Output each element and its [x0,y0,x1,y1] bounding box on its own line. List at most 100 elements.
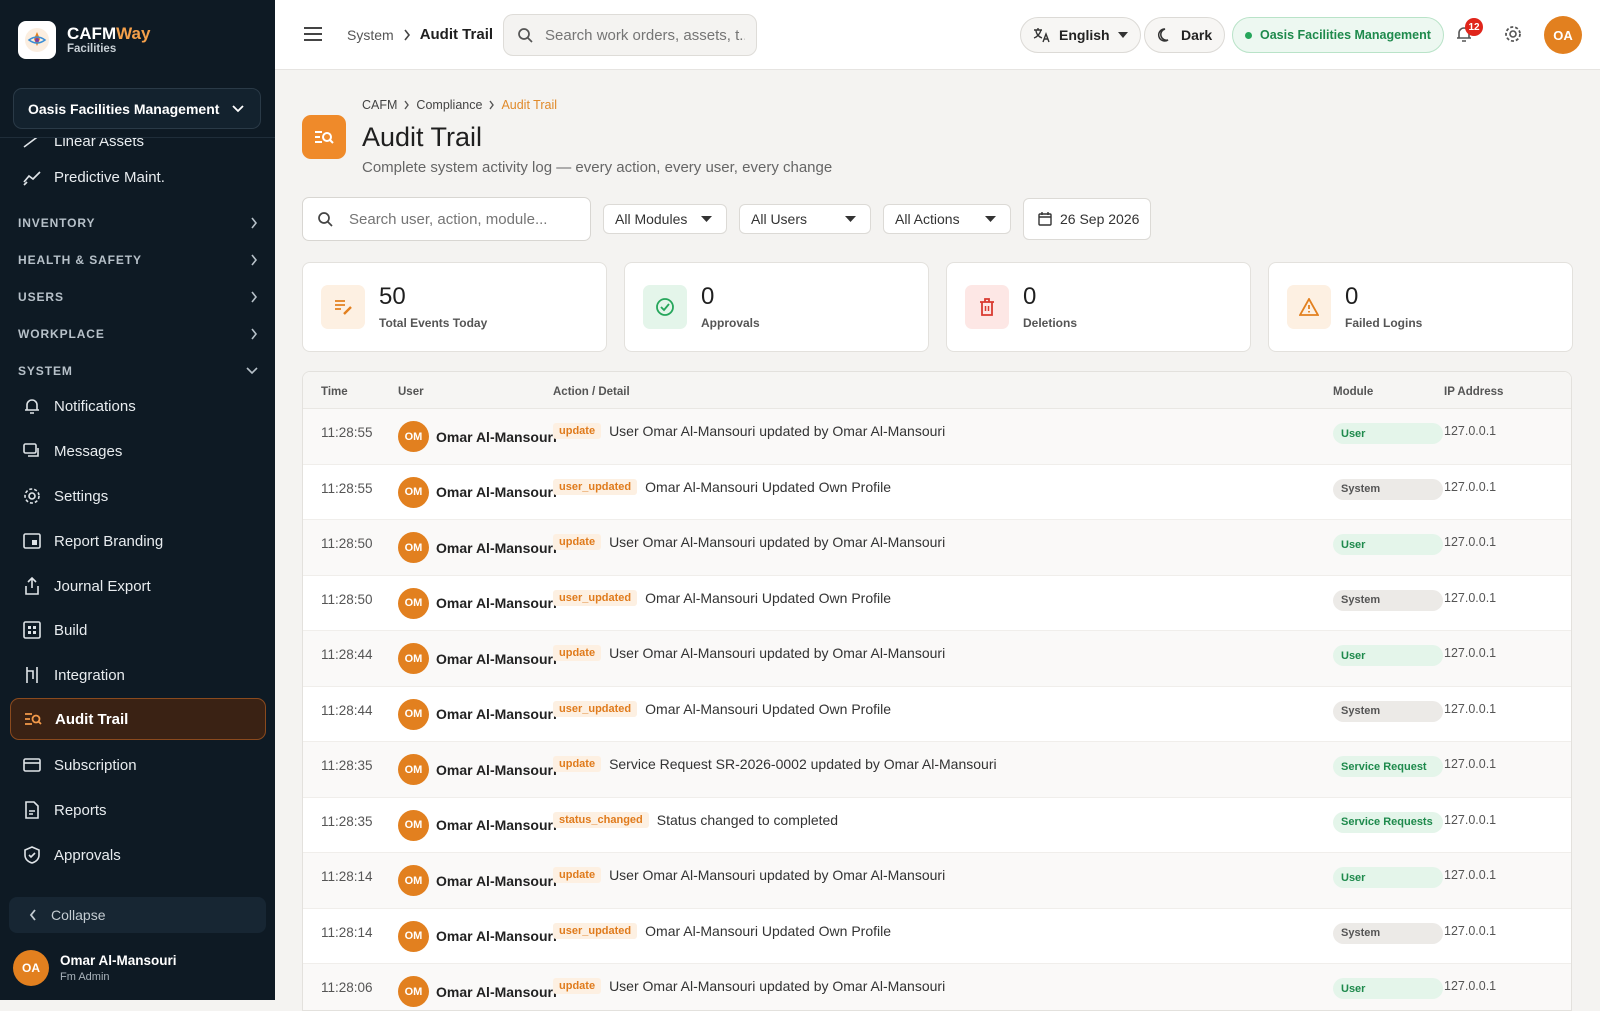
card-icon [23,758,41,772]
status-dot [1245,31,1252,39]
sidebar-item-audit-trail[interactable]: Audit Trail [10,698,266,740]
notification-count-badge: 12 [1465,18,1483,36]
sidebar-item-settings[interactable]: Settings [10,475,266,517]
chevron-down-icon [246,367,258,375]
user-role: Fm Admin [60,971,110,983]
table-body: 11:28:55 OM Omar Al-Mansouri update User… [303,409,1571,1010]
avatar: OM [398,476,429,508]
cell-time: 11:28:44 [321,647,373,662]
table-row[interactable]: 11:28:44 OM Omar Al-Mansouri update User… [303,631,1571,687]
sidebar-item-approvals[interactable]: Approvals [10,834,266,876]
table-row[interactable]: 11:28:55 OM Omar Al-Mansouri user_update… [303,465,1571,520]
breadcrumb-system[interactable]: System [347,27,394,43]
cell-ip: 127.0.0.1 [1444,535,1497,549]
caret-down-icon [845,216,856,222]
trash-icon [965,285,1009,329]
audit-search-input[interactable] [349,210,569,228]
brand[interactable]: CAFMWay Facilities [18,21,150,59]
action-tag: update [553,645,602,661]
table-row[interactable]: 11:28:50 OM Omar Al-Mansouri user_update… [303,576,1571,631]
page-title: Audit Trail [362,122,483,152]
stat-label: Approvals [701,316,760,330]
language-selector[interactable]: English [1020,17,1141,53]
stat-value: 0 [701,283,715,310]
sidebar-item-build[interactable]: Build [10,609,266,651]
menu-icon[interactable] [303,25,323,43]
col-time[interactable]: Time [321,386,348,398]
sidebar-item-messages[interactable]: Messages [10,430,266,472]
sidebar-item-subscription[interactable]: Subscription [10,744,266,786]
col-user[interactable]: User [398,386,424,398]
table-row[interactable]: 11:28:14 OM Omar Al-Mansouri update User… [303,853,1571,909]
action-detail: Status changed to completed [656,811,839,828]
crumb-compliance[interactable]: Compliance [416,98,482,112]
collapse-button[interactable]: Collapse [9,897,266,933]
settings-gear-icon[interactable] [1503,24,1523,44]
sidebar-item-reports[interactable]: Reports [10,789,266,831]
user-name: Omar Al-Mansouri [60,953,177,968]
org-selector[interactable]: Oasis Facilities Management [13,88,261,129]
action-detail: User Omar Al-Mansouri updated by Omar Al… [609,423,946,439]
stat-deletions: 0 Deletions [946,262,1251,352]
global-search[interactable] [503,14,757,56]
avatar: OM [398,809,429,841]
sidebar-item-integration[interactable]: Integration [10,654,266,696]
cell-action: user_updated Omar Al-Mansouri Updated Ow… [553,478,891,495]
action-tag: update [553,534,602,550]
action-detail: User Omar Al-Mansouri updated by Omar Al… [609,534,946,550]
sidebar-item-report-branding[interactable]: Report Branding [10,520,266,562]
messages-icon [23,443,39,457]
module-badge: User [1333,867,1443,888]
col-module[interactable]: Module [1333,386,1373,398]
date-filter[interactable]: 26 Sep 2026 [1023,198,1151,240]
sidebar-user[interactable]: OA Omar Al-Mansouri Fm Admin [13,950,177,986]
org-badge[interactable]: Oasis Facilities Management [1232,17,1444,53]
sidebar-nav[interactable]: Linear Assets Predictive Maint. INVENTOR… [0,138,275,890]
cell-user: OM Omar Al-Mansouri [398,920,557,952]
cell-time: 11:28:06 [321,980,373,995]
module-badge: Service Requests [1333,811,1443,833]
cell-user: OM Omar Al-Mansouri [398,809,557,841]
sidebar-item-journal-export[interactable]: Journal Export [10,565,266,607]
chevron-right-icon [489,100,495,110]
table-row[interactable]: 11:28:55 OM Omar Al-Mansouri update User… [303,409,1571,465]
table-row[interactable]: 11:28:06 OM Omar Al-Mansouri update User… [303,964,1571,1010]
section-health-safety[interactable]: HEALTH & SAFETY [18,253,258,267]
action-filter[interactable]: All Actions [883,204,1011,234]
table-row[interactable]: 11:28:50 OM Omar Al-Mansouri update User… [303,520,1571,576]
section-users[interactable]: USERS [18,290,258,304]
col-ip[interactable]: IP Address [1444,386,1503,398]
action-detail: User Omar Al-Mansouri updated by Omar Al… [609,978,946,994]
sidebar-item-notifications[interactable]: Notifications [10,385,266,427]
user-name: Omar Al-Mansouri [436,817,557,833]
crumb-current: Audit Trail [501,98,558,112]
module-badge: Service Request [1333,756,1443,777]
table-row[interactable]: 11:28:14 OM Omar Al-Mansouri user_update… [303,909,1571,964]
user-filter[interactable]: All Users [739,204,871,234]
chevron-left-icon [29,909,36,921]
module-badge: User [1333,534,1443,555]
module-filter[interactable]: All Modules [603,204,727,234]
page-subtitle: Complete system activity log — every act… [362,159,833,176]
action-detail: User Omar Al-Mansouri updated by Omar Al… [609,645,946,661]
section-workplace[interactable]: WORKPLACE [18,327,258,341]
user-avatar[interactable]: OA [1544,16,1582,54]
export-icon [25,576,39,595]
table-row[interactable]: 11:28:35 OM Omar Al-Mansouri update Serv… [303,742,1571,798]
avatar: OM [398,421,429,452]
section-inventory[interactable]: INVENTORY [18,216,258,230]
module-badge: User [1333,978,1443,999]
cell-user: OM Omar Al-Mansouri [398,532,557,563]
cell-user: OM Omar Al-Mansouri [398,421,557,452]
user-name: Omar Al-Mansouri [436,484,557,500]
audit-search[interactable] [302,197,591,241]
section-system[interactable]: SYSTEM [18,364,258,378]
theme-toggle[interactable]: Dark [1144,17,1226,53]
global-search-input[interactable] [545,26,745,44]
crumb-cafm[interactable]: CAFM [362,98,397,112]
col-action[interactable]: Action / Detail [553,386,630,398]
table-row[interactable]: 11:28:44 OM Omar Al-Mansouri user_update… [303,687,1571,742]
sidebar-item-predictive[interactable]: Predictive Maint. [10,156,266,198]
table-row[interactable]: 11:28:35 OM Omar Al-Mansouri status_chan… [303,798,1571,853]
module-badge: System [1333,700,1443,722]
